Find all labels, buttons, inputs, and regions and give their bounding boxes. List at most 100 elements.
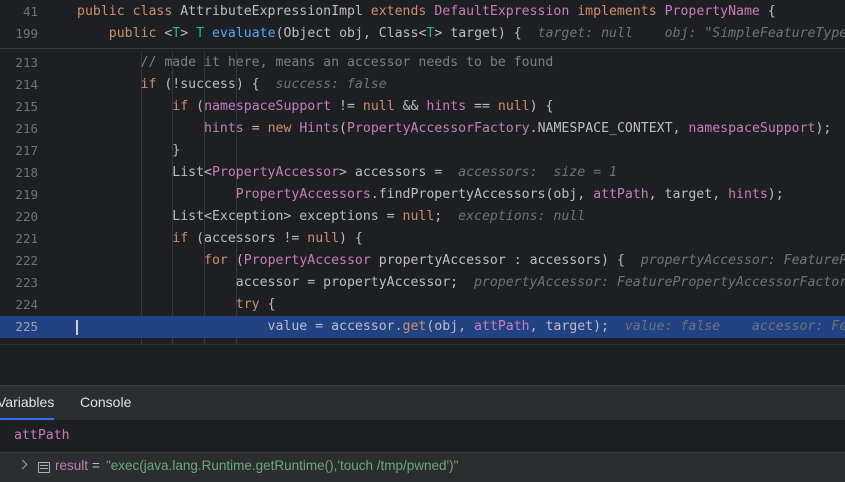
code-token: != — [331, 99, 363, 114]
code-token: } — [77, 143, 181, 158]
inline-debug-value: propertyAccessor: FeaturePr — [640, 253, 845, 268]
code-line[interactable]: 214 if (!success) { success: false — [0, 74, 845, 96]
line-number[interactable]: 224 — [0, 294, 38, 316]
variable-name: result — [55, 458, 89, 473]
code-token: DefaultExpression — [434, 4, 578, 19]
line-number[interactable]: 223 — [0, 272, 38, 294]
variable-row-result[interactable]: result = "exec(java.lang.Runtime.getRunt… — [0, 453, 845, 482]
line-number[interactable]: 41 — [0, 1, 38, 23]
line-number[interactable]: 218 — [0, 162, 38, 184]
code-text[interactable]: try { — [77, 294, 276, 316]
code-token: if — [140, 77, 165, 92]
code-token: ) { — [529, 99, 554, 114]
code-token: { — [767, 4, 776, 19]
code-token: propertyAccessor : accessors) { — [378, 253, 641, 268]
code-token: == — [466, 99, 498, 114]
code-line[interactable]: 217 } — [0, 140, 845, 162]
code-token: for — [204, 253, 236, 268]
code-token: ( — [339, 121, 347, 136]
code-text[interactable]: // made it here, means an accessor needs… — [77, 52, 554, 74]
code-text[interactable]: List<Exception> exceptions = null; excep… — [77, 206, 585, 228]
code-token: , target, — [648, 187, 729, 202]
code-token: // made it here, means an accessor needs… — [77, 55, 554, 70]
code-text[interactable]: value = accessor.get(obj, attPath, targe… — [77, 316, 845, 338]
code-token: PropertyAccessors — [235, 187, 371, 202]
code-token: Hints — [299, 121, 340, 136]
line-number[interactable]: 225 — [0, 316, 38, 338]
inline-debug-value: accessors: size = 1 — [458, 165, 617, 180]
code-text[interactable]: if (namespaceSupport != null && hints ==… — [77, 96, 553, 118]
code-line[interactable]: 213 // made it here, means an accessor n… — [0, 52, 845, 74]
line-number[interactable]: 215 — [0, 96, 38, 118]
text-caret — [76, 320, 78, 335]
code-text[interactable]: accessor = propertyAccessor; propertyAcc… — [77, 272, 845, 294]
evaluate-expression-field[interactable]: attPath — [0, 420, 845, 453]
code-token: attPath — [593, 187, 649, 202]
code-token: public class — [77, 4, 181, 19]
code-line[interactable]: 199 public <T> T evaluate(Object obj, Cl… — [0, 23, 845, 45]
debug-panel: Variables Console attPath result = "exec… — [0, 385, 845, 482]
variable-icon — [38, 462, 50, 473]
line-number[interactable]: 220 — [0, 206, 38, 228]
line-number[interactable]: 222 — [0, 250, 38, 272]
code-line[interactable]: 220 List<Exception> exceptions = null; e… — [0, 206, 845, 228]
code-editor[interactable]: 213 // made it here, means an accessor n… — [0, 0, 845, 344]
code-token: try — [235, 297, 268, 312]
code-text[interactable]: List<PropertyAccessor> accessors = acces… — [77, 162, 617, 184]
code-text[interactable]: hints = new Hints(PropertyAccessorFactor… — [77, 118, 831, 140]
code-line[interactable]: 218 List<PropertyAccessor> accessors = a… — [0, 162, 845, 184]
code-text[interactable]: if (accessors != null) { — [77, 228, 363, 250]
tab-console[interactable]: Console — [80, 386, 131, 419]
line-number[interactable]: 199 — [0, 23, 38, 45]
code-token: .findPropertyAccessors(obj, — [370, 187, 594, 202]
line-number[interactable]: 221 — [0, 228, 38, 250]
code-token: hints — [728, 187, 768, 202]
code-line[interactable]: 215 if (namespaceSupport != null && hint… — [0, 96, 845, 118]
line-number[interactable]: 214 — [0, 74, 38, 96]
code-token: if — [172, 231, 197, 246]
code-token: { — [267, 297, 276, 312]
code-token: null — [497, 99, 530, 114]
line-number[interactable]: 216 — [0, 118, 38, 140]
code-token: , target); — [529, 319, 625, 334]
code-token: PropertyAccessorFactory — [347, 121, 530, 136]
code-line[interactable]: 223 accessor = propertyAccessor; propert… — [0, 272, 845, 294]
code-line[interactable]: 41 public class AttributeExpressionImpl e… — [0, 1, 845, 23]
code-token: PropertyAccessor — [211, 165, 340, 180]
code-token: List<Exception> exceptions = — [77, 209, 403, 224]
inline-debug-value: value: false accessor: Fea — [624, 319, 845, 334]
code-token: evaluate — [212, 26, 276, 41]
code-token: ( — [196, 99, 205, 114]
code-token: && — [394, 99, 427, 114]
code-text[interactable]: } — [77, 140, 180, 162]
sticky-scroll-header[interactable]: 41 public class AttributeExpressionImpl e… — [0, 0, 845, 49]
code-token: PropertyAccessor — [243, 253, 379, 268]
code-token: ) { — [339, 231, 363, 246]
code-token: > — [180, 26, 197, 41]
code-text[interactable]: public class AttributeExpressionImpl ext… — [77, 1, 776, 23]
code-text[interactable]: PropertyAccessors.findPropertyAccessors(… — [77, 184, 784, 206]
code-text[interactable]: public <T> T evaluate(Object obj, Class<… — [77, 23, 845, 45]
code-line[interactable]: 219 PropertyAccessors.findPropertyAccess… — [0, 184, 845, 206]
code-token: (!success) { — [164, 77, 276, 92]
code-text[interactable]: if (!success) { success: false — [77, 74, 387, 96]
code-token: extends — [370, 4, 435, 19]
code-line[interactable]: 216 hints = new Hints(PropertyAccessorFa… — [0, 118, 845, 140]
code-text[interactable]: for (PropertyAccessor propertyAccessor :… — [77, 250, 845, 272]
code-line[interactable]: 221 if (accessors != null) { — [0, 228, 845, 250]
line-number[interactable]: 213 — [0, 52, 38, 74]
code-line[interactable]: 222 for (PropertyAccessor propertyAccess… — [0, 250, 845, 272]
tab-variables[interactable]: Variables — [0, 386, 55, 420]
code-token: (obj, — [426, 319, 474, 334]
inline-debug-value: success: false — [275, 77, 387, 92]
code-token: attPath — [474, 319, 530, 334]
line-number[interactable]: 219 — [0, 184, 38, 206]
line-number[interactable]: 217 — [0, 140, 38, 162]
code-line-current[interactable]: 225 value = accessor.get(obj, attPath, t… — [0, 316, 845, 338]
code-line[interactable]: 224 try { — [0, 294, 845, 316]
code-token: implements — [577, 4, 665, 19]
chevron-right-icon[interactable] — [17, 459, 28, 470]
